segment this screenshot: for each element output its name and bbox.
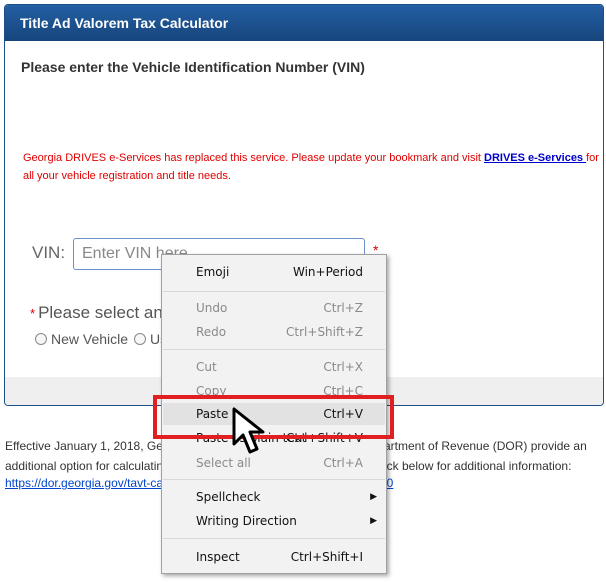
vin-prompt-heading: Please enter the Vehicle Identification … xyxy=(21,59,365,75)
info-line-2-end: ick below for additional information: xyxy=(384,459,572,473)
menu-item-shortcut: Ctrl+Shift+I xyxy=(290,550,363,564)
menu-item-emoji[interactable]: Emoji Win+Period xyxy=(163,261,385,283)
menu-separator xyxy=(163,479,385,480)
menu-item-label: Cut xyxy=(196,360,217,374)
menu-item-label: Inspect xyxy=(196,550,240,564)
menu-separator xyxy=(163,291,385,292)
menu-item-cut[interactable]: Cut Ctrl+X xyxy=(163,356,385,378)
vehicle-type-label: Please select an xyxy=(38,303,163,322)
radio-new-vehicle[interactable]: New Vehicle xyxy=(35,331,128,347)
menu-item-label: Writing Direction xyxy=(196,514,297,528)
chevron-right-icon: ▶ xyxy=(370,516,377,526)
service-notice: Georgia DRIVES e-Services has replaced t… xyxy=(23,149,603,185)
tavt-info-link[interactable]: https://dor.georgia.gov/tavt-ca xyxy=(5,476,163,490)
menu-item-redo[interactable]: Redo Ctrl+Shift+Z xyxy=(163,321,385,343)
info-line-1-start: Effective January 1, 2018, Ge xyxy=(5,439,163,453)
menu-item-shortcut: Win+Period xyxy=(292,265,363,279)
radio-new-label: New Vehicle xyxy=(51,331,129,347)
menu-item-undo[interactable]: Undo Ctrl+Z xyxy=(163,297,385,319)
info-line-1-end: artment of Revenue (DOR) provide an xyxy=(384,439,587,453)
menu-item-shortcut: Ctrl+X xyxy=(323,360,363,374)
menu-item-label: Spellcheck xyxy=(196,490,261,504)
vehicle-type-options: New Vehicle Us xyxy=(35,331,167,347)
menu-item-label: Redo xyxy=(196,325,227,339)
menu-item-shortcut: Ctrl+Z xyxy=(323,301,363,315)
notice-prefix: Georgia DRIVES e-Services has replaced t… xyxy=(23,152,484,164)
menu-item-inspect[interactable]: Inspect Ctrl+Shift+I xyxy=(163,546,385,568)
menu-item-label: Undo xyxy=(196,301,228,315)
menu-item-spellcheck[interactable]: Spellcheck ▶ xyxy=(163,486,385,508)
required-mark: * xyxy=(30,306,36,321)
panel-title: Title Ad Valorem Tax Calculator xyxy=(5,5,603,41)
radio-button-icon[interactable] xyxy=(35,333,47,345)
mouse-cursor-icon xyxy=(232,407,265,454)
vin-label: VIN: xyxy=(32,243,66,262)
menu-separator xyxy=(163,538,385,539)
menu-separator xyxy=(163,349,385,350)
drives-eservices-link[interactable]: DRIVES e-Services xyxy=(484,152,586,164)
chevron-right-icon: ▶ xyxy=(370,492,377,502)
menu-item-label: Emoji xyxy=(196,265,230,279)
menu-item-shortcut: Ctrl+Shift+Z xyxy=(286,325,363,339)
vehicle-type-prompt: * Please select an xyxy=(30,303,163,323)
menu-item-shortcut: Ctrl+A xyxy=(323,456,363,470)
menu-item-writing-direction[interactable]: Writing Direction ▶ xyxy=(163,510,385,532)
info-line-2-start: additional option for calculatin xyxy=(5,459,164,473)
radio-button-icon[interactable] xyxy=(134,333,147,345)
